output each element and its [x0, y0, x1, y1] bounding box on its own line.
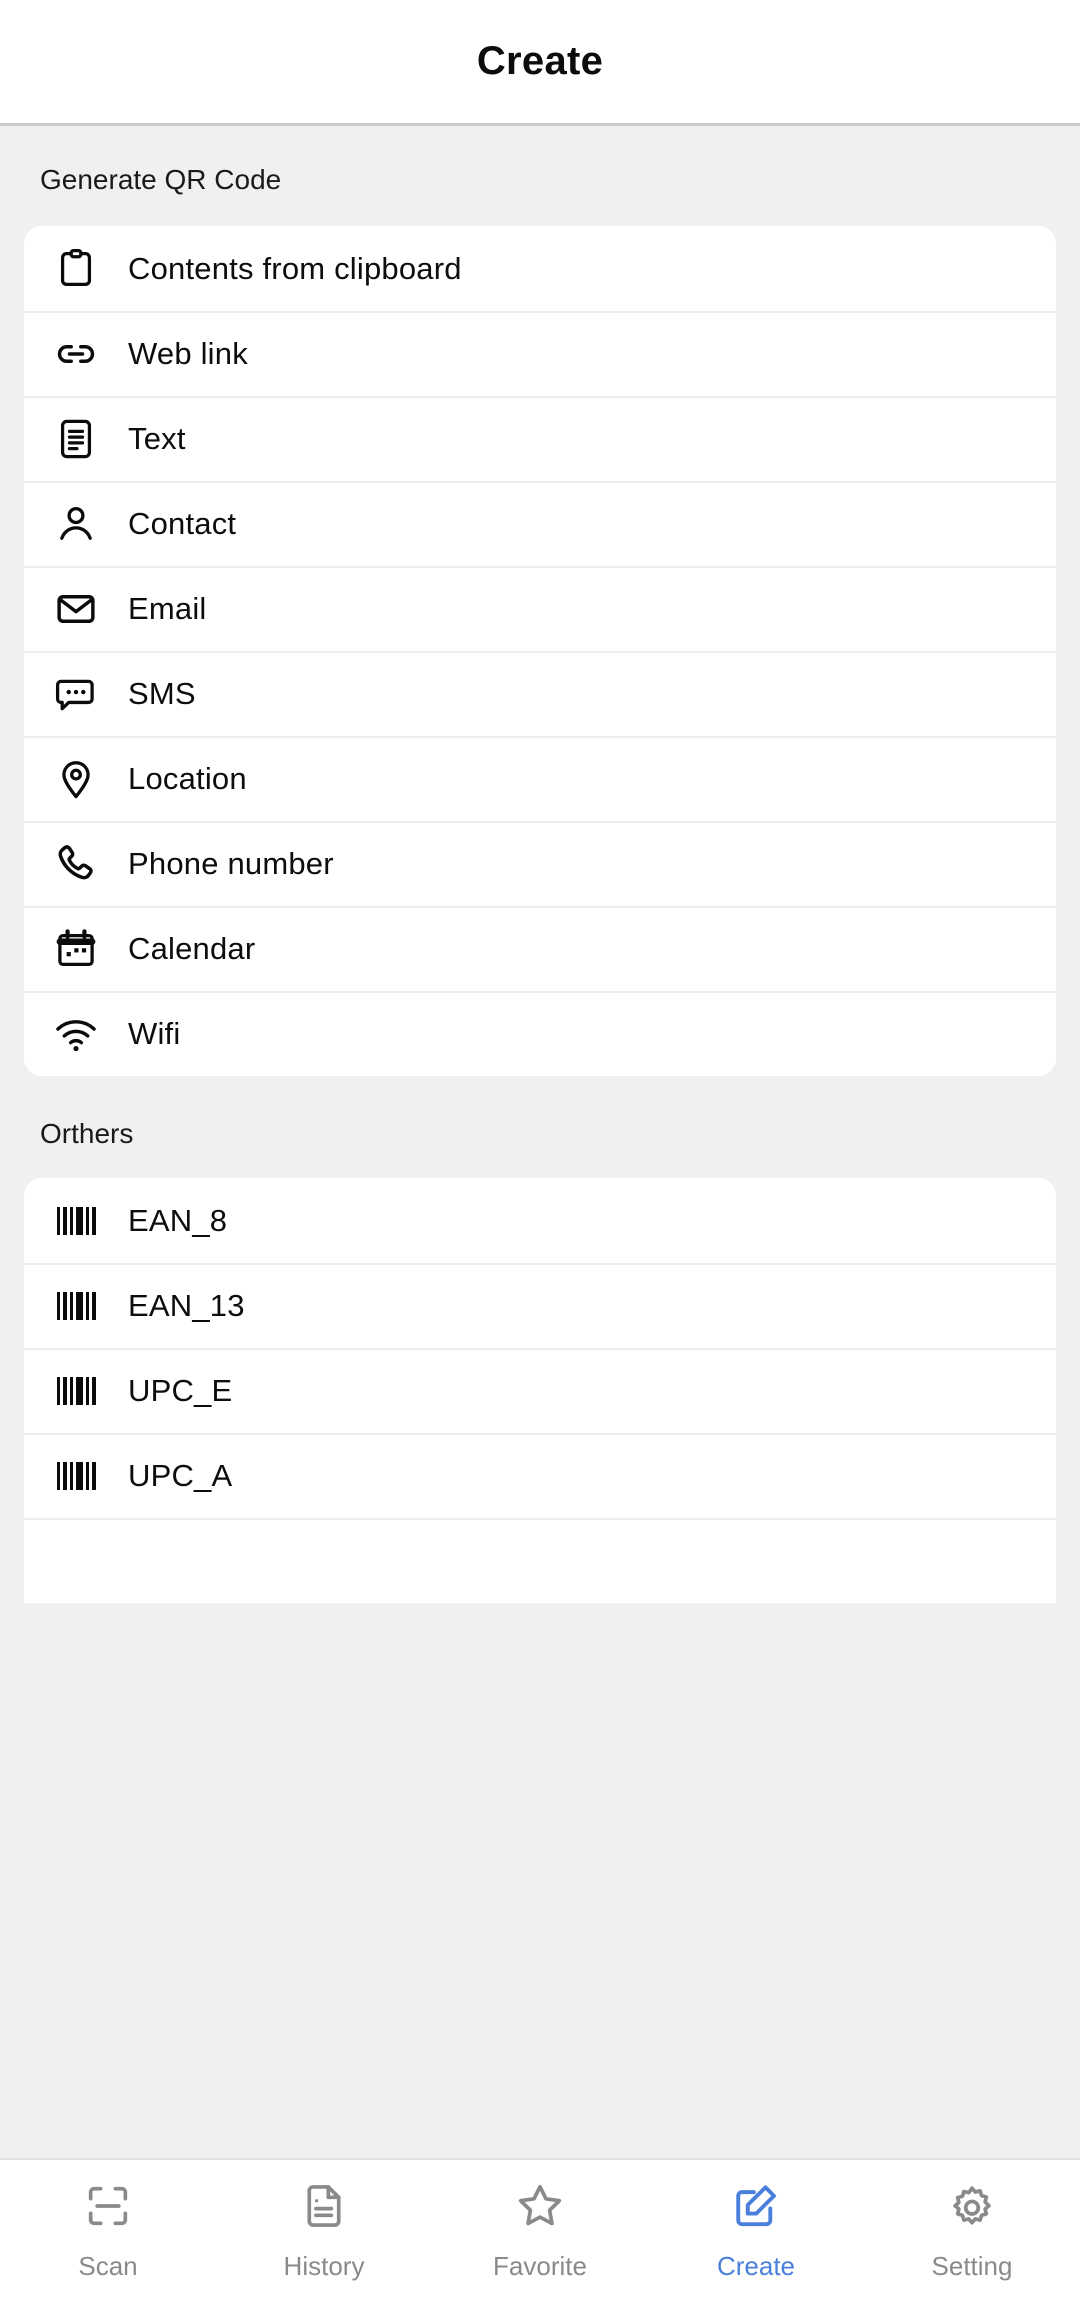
document-icon	[298, 2180, 350, 2237]
nav-item-favorite[interactable]: Favorite	[432, 2180, 648, 2282]
nav-item-scan[interactable]: Scan	[0, 2180, 216, 2282]
nav-item-label: Favorite	[493, 2251, 587, 2281]
scan-frame-icon	[82, 2180, 134, 2237]
person-icon	[24, 501, 128, 547]
list-item-location[interactable]: Location	[24, 736, 1056, 821]
list-item-label: EAN_8	[128, 1202, 228, 1238]
scroll-container[interactable]: Generate QR Code Contents from clipboard	[0, 126, 1080, 2158]
list-item-web-link[interactable]: Web link	[24, 311, 1056, 396]
app-screen: Create Generate QR Code Contents from cl…	[0, 0, 1080, 2312]
nav-item-label: History	[283, 2251, 365, 2281]
gear-icon	[946, 2180, 998, 2237]
page-title: Create	[476, 39, 604, 83]
list-item-phone-number[interactable]: Phone number	[24, 821, 1056, 906]
list-item-label: Contents from clipboard	[128, 250, 462, 286]
list-item-label: Location	[128, 760, 247, 796]
edit-square-icon	[730, 2180, 782, 2237]
bottom-navigation-bar: Scan History Favorite Create Setting	[0, 2158, 1080, 2312]
list-item-calendar[interactable]: Calendar	[24, 906, 1056, 991]
wifi-icon	[24, 1011, 128, 1057]
list-item-label: SMS	[128, 675, 196, 711]
list-item-email[interactable]: Email	[24, 566, 1056, 651]
list-item-label: UPC_A	[128, 1457, 233, 1493]
phone-icon	[24, 841, 128, 887]
nav-item-label: Setting	[931, 2251, 1013, 2281]
list-item-label: Phone number	[128, 845, 334, 881]
nav-item-label: Scan	[78, 2251, 138, 2281]
list-item-label: Web link	[128, 335, 248, 371]
link-icon	[24, 331, 128, 377]
map-pin-icon	[24, 756, 128, 802]
section-header-orthers: Orthers	[40, 1118, 134, 1149]
list-item-ean-8[interactable]: EAN_8	[24, 1178, 1056, 1263]
list-item-label: Wifi	[128, 1015, 181, 1051]
document-text-icon	[24, 416, 128, 462]
list-item-text[interactable]: Text	[24, 396, 1056, 481]
list-item-upc-a[interactable]: UPC_A	[24, 1433, 1056, 1518]
orthers-list: EAN_8 EAN_13 UPC_E UPC_A	[24, 1178, 1056, 1603]
calendar-icon	[24, 926, 128, 972]
envelope-icon	[24, 586, 128, 632]
list-item-partial[interactable]	[24, 1518, 1056, 1603]
barcode-icon	[24, 1291, 128, 1320]
list-item-label: Calendar	[128, 930, 256, 966]
barcode-icon	[24, 1206, 128, 1235]
list-item-label: Email	[128, 590, 207, 626]
list-item-sms[interactable]: SMS	[24, 651, 1056, 736]
list-item-ean-13[interactable]: EAN_13	[24, 1263, 1056, 1348]
list-item-label: EAN_13	[128, 1287, 245, 1323]
list-item-wifi[interactable]: Wifi	[24, 991, 1056, 1076]
barcode-icon	[24, 1376, 128, 1405]
generate-qr-code-list: Contents from clipboard Web link Text Co…	[24, 226, 1056, 1076]
list-item-contents-from-clipboard[interactable]: Contents from clipboard	[24, 226, 1056, 311]
list-item-contact[interactable]: Contact	[24, 481, 1056, 566]
clipboard-icon	[24, 246, 128, 292]
chat-bubble-icon	[24, 671, 128, 717]
list-item-label: Text	[128, 420, 186, 456]
nav-item-setting[interactable]: Setting	[864, 2180, 1080, 2282]
list-item-label: UPC_E	[128, 1372, 233, 1408]
barcode-icon	[24, 1461, 128, 1490]
app-header: Create	[0, 0, 1080, 126]
section-header-generate-qr-code: Generate QR Code	[40, 164, 282, 195]
star-icon	[514, 2180, 566, 2237]
list-item-upc-e[interactable]: UPC_E	[24, 1348, 1056, 1433]
nav-item-label: Create	[716, 2251, 796, 2281]
nav-item-create[interactable]: Create	[648, 2180, 864, 2282]
nav-item-history[interactable]: History	[216, 2180, 432, 2282]
list-item-label: Contact	[128, 505, 237, 541]
